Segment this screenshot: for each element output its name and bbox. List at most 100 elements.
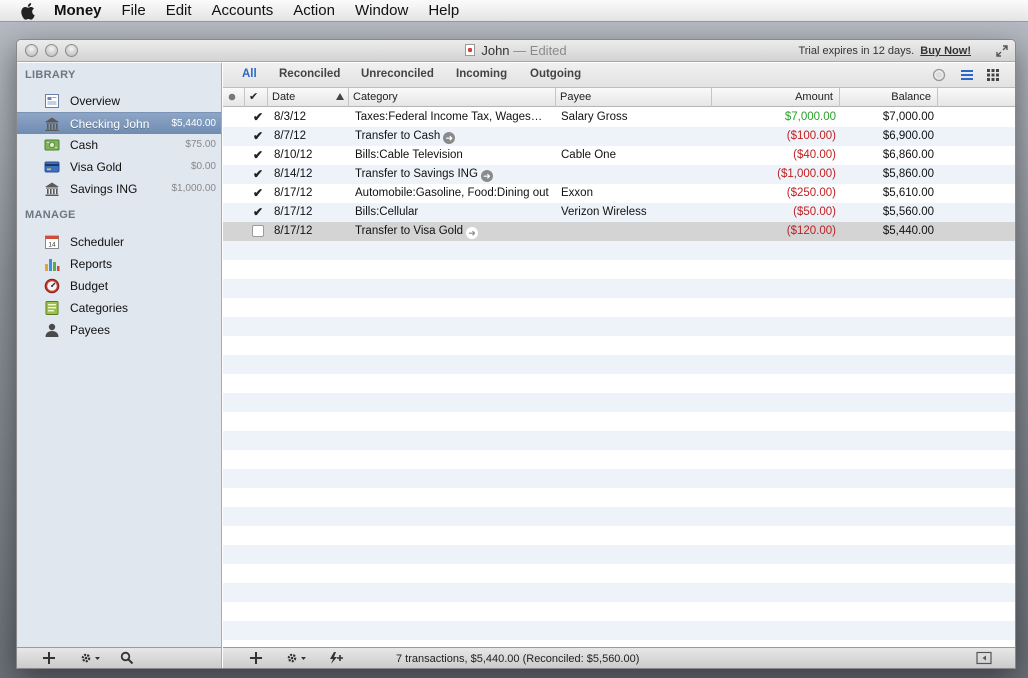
toggle-panel-button[interactable] (976, 651, 992, 668)
table-row[interactable]: ✔ 8/17/12 Automobile:Gasoline, Food:Dining… (223, 184, 1015, 203)
reconciled-checkbox[interactable]: ✔ (252, 130, 264, 142)
table-row[interactable]: ✔ 8/7/12 Transfer to Cash ➜ ($100.00) $6,900.… (223, 127, 1015, 146)
column-balance-header[interactable]: Balance (840, 88, 938, 107)
app-window: John — Edited Trial expires in 12 days. … (16, 39, 1016, 669)
filter-tab-all[interactable]: All (242, 68, 257, 80)
menu-edit[interactable]: Edit (166, 2, 192, 19)
payee-cell: Verizon Wireless (561, 206, 647, 218)
column-amount-header[interactable]: Amount (712, 88, 840, 107)
buy-now-link[interactable]: Buy Now! (920, 45, 971, 57)
table-row[interactable]: 8/17/12 Transfer to Visa Gold ➜ ($120.00) $5… (223, 222, 1015, 241)
sidebar-item-label: Savings ING (70, 182, 138, 196)
table-row[interactable]: ✔ 8/17/12 Bills:Cellular Verizon Wireless ($… (223, 203, 1015, 222)
balance-cell: $5,560.00 (882, 206, 934, 218)
filter-tab-outgoing[interactable]: Outgoing (530, 68, 581, 80)
balance-cell: $5,860.00 (882, 168, 934, 180)
sidebar-item-label: Payees (70, 323, 111, 337)
date-cell: 8/17/12 (274, 225, 313, 237)
add-transaction-button[interactable] (249, 651, 263, 668)
status-dot-icon (228, 93, 236, 101)
menu-bar: Money File Edit Accounts Action Window H… (0, 0, 1028, 22)
reconciled-checkbox[interactable]: ✔ (252, 111, 264, 123)
payee-cell: Salary Gross (561, 111, 628, 123)
menu-window[interactable]: Window (355, 2, 408, 19)
balance-cell: $5,440.00 (882, 225, 934, 237)
sidebar-item-scheduler[interactable]: 14 Scheduler (17, 231, 221, 253)
account-balance: $75.00 (185, 139, 216, 150)
overview-icon (44, 93, 60, 109)
go-to-account-arrow-icon[interactable]: ➜ (466, 227, 479, 239)
go-to-account-arrow-icon[interactable]: ➜ (443, 132, 456, 144)
panel-icon (976, 651, 992, 665)
menu-action[interactable]: Action (293, 2, 335, 19)
sidebar-item-reports[interactable]: Reports (17, 253, 221, 275)
sidebar-item-label: Reports (70, 257, 113, 271)
account-balance: $1,000.00 (171, 183, 217, 194)
gear-icon (287, 653, 306, 663)
menu-app-money[interactable]: Money (54, 2, 102, 19)
table-row[interactable]: ✔ 8/10/12 Bills:Cable Television Cable One (… (223, 146, 1015, 165)
search-icon (120, 651, 134, 665)
amount-cell: ($100.00) (786, 130, 836, 142)
filter-tab-incoming[interactable]: Incoming (456, 68, 507, 80)
column-category-header[interactable]: Category (349, 88, 556, 107)
menu-file[interactable]: File (122, 2, 146, 19)
menu-accounts[interactable]: Accounts (212, 2, 274, 19)
fullscreen-icon[interactable] (995, 44, 1009, 58)
calendar-icon: 14 (44, 234, 60, 250)
list-view-icon[interactable] (960, 68, 974, 82)
trial-text: Trial expires in 12 days. (798, 45, 915, 57)
trial-notice: Trial expires in 12 days. Buy Now! (798, 45, 971, 57)
table-row[interactable]: ✔ 8/3/12 Taxes:Federal Income Tax, Wages… S… (223, 108, 1015, 127)
category-cell: Transfer to Cash ➜ (355, 130, 553, 144)
filter-tab-reconciled[interactable]: Reconciled (279, 68, 340, 80)
filter-tab-unreconciled[interactable]: Unreconciled (361, 68, 434, 80)
sidebar-item-budget[interactable]: Budget (17, 275, 221, 297)
sidebar-item-cash[interactable]: Cash $75.00 (17, 134, 221, 156)
column-check-header[interactable]: ✔ (245, 88, 268, 107)
apple-menu-icon[interactable] (18, 2, 40, 20)
search-button[interactable] (120, 651, 134, 668)
document-icon[interactable] (465, 44, 476, 56)
amount-cell: ($250.00) (786, 187, 836, 199)
sidebar-item-savings-ing[interactable]: Savings ING $1,000.00 (17, 178, 221, 200)
column-status-header[interactable] (223, 88, 245, 107)
calendar-day: 14 (48, 242, 56, 249)
reconciled-checkbox[interactable]: ✔ (252, 149, 264, 161)
sidebar-item-payees[interactable]: Payees (17, 319, 221, 341)
account-actions-button[interactable] (79, 651, 101, 668)
category-text: Transfer to Visa Gold (355, 225, 464, 237)
menu-help[interactable]: Help (428, 2, 459, 19)
sidebar-item-categories[interactable]: Categories (17, 297, 221, 319)
category-text: Taxes:Federal Income Tax, Wages… (355, 111, 543, 123)
circle-view-icon[interactable] (932, 68, 946, 82)
transaction-actions-button[interactable] (285, 651, 307, 668)
credit-card-icon (44, 159, 60, 175)
column-date-header[interactable]: Date (268, 88, 349, 107)
column-amount-label: Amount (795, 91, 833, 103)
reconciled-checkbox[interactable]: ✔ (252, 168, 264, 180)
date-cell: 8/17/12 (274, 206, 313, 218)
reconciled-checkbox[interactable] (252, 225, 264, 237)
go-to-account-arrow-icon[interactable]: ➜ (480, 170, 493, 182)
date-cell: 8/17/12 (274, 187, 313, 199)
title-bar[interactable]: John — Edited Trial expires in 12 days. … (17, 40, 1015, 62)
quick-add-button[interactable] (327, 651, 345, 668)
column-payee-header[interactable]: Payee (556, 88, 712, 107)
sidebar-item-overview[interactable]: Overview (17, 90, 221, 112)
date-cell: 8/14/12 (274, 168, 313, 180)
add-account-button[interactable] (42, 651, 56, 668)
category-cell: Bills:Cellular (355, 206, 553, 218)
sidebar-item-visa-gold[interactable]: Visa Gold $0.00 (17, 156, 221, 178)
sidebar-item-label: Budget (70, 279, 109, 293)
reconciled-checkbox[interactable]: ✔ (252, 187, 264, 199)
sidebar-item-checking-john[interactable]: Checking John $5,440.00 (17, 112, 221, 134)
grid-view-icon[interactable] (986, 68, 1000, 82)
window-title-edited: — Edited (513, 43, 567, 58)
lightning-plus-icon (330, 652, 343, 664)
table-row[interactable]: ✔ 8/14/12 Transfer to Savings ING ➜ ($1,000.… (223, 165, 1015, 184)
category-text: Automobile:Gasoline, Food:Dining out (355, 187, 549, 199)
amount-cell: ($40.00) (793, 149, 836, 161)
sidebar-item-label: Cash (70, 138, 99, 152)
reconciled-checkbox[interactable]: ✔ (252, 206, 264, 218)
